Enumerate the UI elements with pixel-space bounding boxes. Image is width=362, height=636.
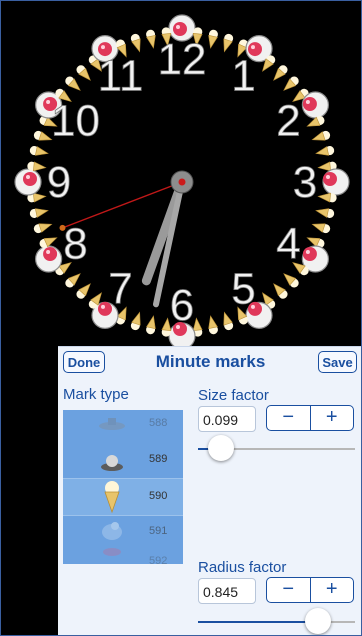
minute-cone-mark <box>311 223 331 234</box>
slider-fill <box>198 621 319 623</box>
minute-cone-mark <box>208 315 218 335</box>
minute-cone-mark <box>76 283 91 299</box>
clock-numeral: 12 <box>158 35 207 84</box>
minute-cone-mark <box>315 208 335 218</box>
decrement-button[interactable]: − <box>267 406 311 430</box>
decrement-button[interactable]: − <box>267 578 311 602</box>
minute-cone-mark <box>65 273 81 288</box>
picker-item-number: 588 <box>149 417 168 429</box>
save-button[interactable]: Save <box>318 351 357 373</box>
increment-button[interactable]: + <box>311 578 354 602</box>
clock-numeral: 4 <box>276 220 300 269</box>
disc-mark-icon <box>99 418 125 430</box>
clock-numeral: 10 <box>51 97 100 146</box>
clock-numeral: 3 <box>293 158 317 207</box>
minute-cone-mark <box>130 33 141 53</box>
minute-cone-mark <box>33 223 53 234</box>
minute-cone-mark <box>273 65 288 81</box>
size-factor-label: Size factor <box>198 387 269 404</box>
clock-numeral: 7 <box>108 265 132 314</box>
dish-mark-icon <box>101 455 123 471</box>
minute-cone-mark <box>33 130 53 141</box>
minute-cone-mark <box>283 76 299 91</box>
minute-cone-mark <box>29 146 49 156</box>
picker-item-number: 591 <box>149 525 168 537</box>
minute-cone-mark <box>311 130 331 141</box>
minute-cone-mark <box>29 208 49 218</box>
radius-factor-field[interactable]: 0.845 <box>198 578 256 604</box>
picker-row-selected[interactable]: 590 <box>63 478 183 516</box>
picker-item-number: 590 <box>149 490 168 502</box>
hour-ornament-mark <box>322 168 350 196</box>
clock-numeral: 9 <box>47 158 71 207</box>
mark-type-picker[interactable]: 588 589 590 591 592 <box>63 410 183 564</box>
minute-cone-mark <box>223 311 234 331</box>
done-button[interactable]: Done <box>63 351 105 373</box>
increment-button[interactable]: + <box>311 406 354 430</box>
picker-row[interactable]: 592 <box>63 544 183 564</box>
radius-factor-stepper[interactable]: − + <box>266 577 354 603</box>
panel-title: Minute marks <box>155 352 266 371</box>
mark-type-label: Mark type <box>63 386 129 403</box>
app-screen: 12 1 2 3 4 5 6 7 8 9 10 11 Done Minute marks Save M… <box>0 0 362 636</box>
picker-row[interactable]: 588 <box>63 410 183 442</box>
second-hand-tip <box>59 224 66 231</box>
slider-thumb[interactable] <box>208 435 235 461</box>
radius-factor-label: Radius factor <box>198 559 287 576</box>
minute-cone-mark <box>315 146 335 156</box>
clock-numeral: 5 <box>231 265 255 314</box>
minute-cone-mark <box>76 65 91 81</box>
hour-ornament-mark <box>14 168 42 196</box>
center-pin <box>178 178 186 186</box>
minute-marks-panel: Done Minute marks Save Mark type 588 589… <box>58 346 361 635</box>
minute-cone-mark <box>65 76 81 91</box>
minute-cone-mark <box>146 29 156 49</box>
clock-numeral: 2 <box>276 97 300 146</box>
slider-thumb[interactable] <box>305 608 332 634</box>
picker-row[interactable]: 589 <box>63 442 183 478</box>
size-factor-stepper[interactable]: − + <box>266 405 354 431</box>
clock-numeral: 6 <box>170 281 194 330</box>
minute-cone-mark <box>130 311 141 331</box>
clock-numeral: 1 <box>231 52 255 101</box>
minute-cone-mark <box>208 29 218 49</box>
clock-face: 12 1234567891011 <box>14 14 350 346</box>
picker-item-number: 589 <box>149 453 168 465</box>
minute-cone-mark <box>283 273 299 288</box>
size-factor-slider[interactable] <box>198 435 355 463</box>
clock-numeral: 11 <box>98 52 144 101</box>
minute-cone-mark <box>223 33 234 53</box>
berry-mark-icon <box>103 548 121 556</box>
hour-ornament-mark <box>35 245 63 273</box>
size-factor-field[interactable]: 0.099 <box>198 406 256 432</box>
minute-cone-mark <box>273 283 288 299</box>
minute-cone-mark <box>146 315 156 335</box>
picker-item-number: 592 <box>149 555 168 564</box>
hour-ornament-mark <box>301 91 329 119</box>
ice-cream-cone-icon <box>104 481 120 514</box>
radius-factor-slider[interactable] <box>198 608 355 635</box>
